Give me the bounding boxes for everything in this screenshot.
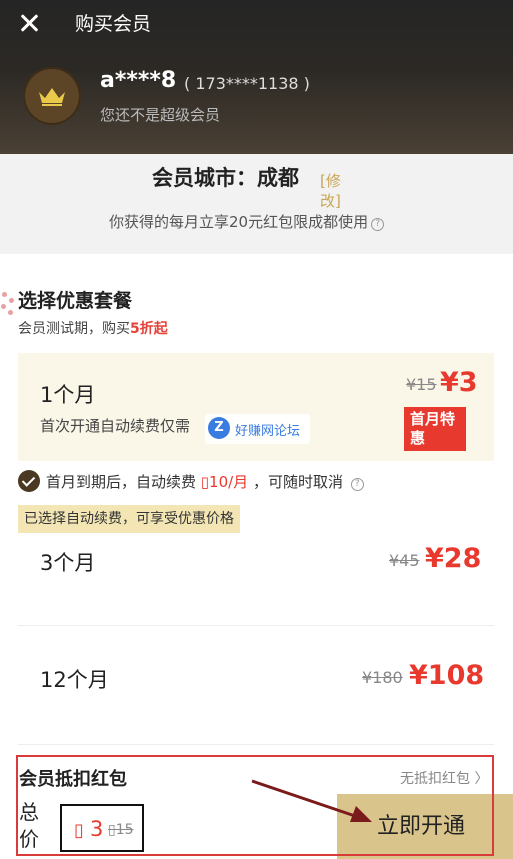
- plan-new-price: ¥3: [440, 367, 478, 398]
- plan-option-3-months[interactable]: 3个月 ¥45 ¥28: [18, 507, 494, 620]
- divider: [18, 744, 494, 745]
- plans-subtitle-highlight: 5折起: [130, 321, 168, 337]
- watermark-logo-icon: Z: [208, 417, 230, 439]
- plan-new-price: ¥28: [425, 543, 482, 574]
- help-icon[interactable]: ?: [350, 478, 364, 491]
- check-icon[interactable]: [18, 470, 40, 492]
- close-icon[interactable]: [16, 10, 42, 36]
- plan-old-price: ¥15: [406, 375, 437, 394]
- user-name: a****8: [100, 68, 177, 93]
- renew-price: ▯10/月: [200, 473, 249, 491]
- page-title: 购买会员: [75, 13, 152, 35]
- avatar: [23, 67, 81, 125]
- plans-title: 选择优惠套餐: [18, 290, 133, 312]
- first-month-badge: 首月特惠: [404, 407, 466, 451]
- help-icon[interactable]: ?: [371, 218, 385, 231]
- plan-new-price: ¥108: [409, 660, 485, 691]
- user-status: 您还不是超级会员: [100, 106, 221, 124]
- watermark-text: 好赚网论坛: [235, 424, 301, 439]
- renew-text-before: 首月到期后，自动续费: [46, 473, 201, 491]
- city-note-text: 你获得的每月立享20元红包限成都使用: [109, 213, 369, 231]
- decoration-icon: [0, 288, 16, 318]
- plan-name: 3个月: [40, 551, 96, 575]
- renew-text-after: ，可随时取消: [248, 473, 343, 491]
- member-city: 会员城市：成都: [152, 166, 299, 190]
- plan-name: 1个月: [40, 383, 96, 407]
- plan-old-price: ¥45: [389, 551, 420, 570]
- city-note: 你获得的每月立享20元红包限成都使用?: [109, 211, 385, 232]
- watermark: Z 好赚网论坛: [205, 414, 310, 444]
- auto-renew-row[interactable]: 首月到期后，自动续费 ▯10/月 ，可随时取消 ?: [18, 470, 364, 492]
- plans-subtitle: 会员测试期，购买5折起: [18, 318, 168, 338]
- plan-option-12-months[interactable]: 12个月 ¥180 ¥108: [18, 626, 494, 739]
- plan-old-price: ¥180: [362, 668, 403, 687]
- plan-desc: 首次开通自动续费仅需: [40, 417, 191, 435]
- city-edit-link[interactable]: [修改]: [320, 171, 350, 211]
- plans-subtitle-text: 会员测试期，购买: [18, 321, 130, 337]
- page: { "header": { "title": "购买会员", "user_nam…: [0, 0, 513, 859]
- plan-option-1-month[interactable]: 1个月 首次开通自动续费仅需 ¥15 ¥3 首月特惠: [18, 353, 494, 461]
- annotation-frame: [16, 755, 494, 856]
- plan-name: 12个月: [40, 668, 109, 692]
- user-phone: ( 173****1138 ): [184, 74, 310, 93]
- crown-icon: [39, 88, 65, 106]
